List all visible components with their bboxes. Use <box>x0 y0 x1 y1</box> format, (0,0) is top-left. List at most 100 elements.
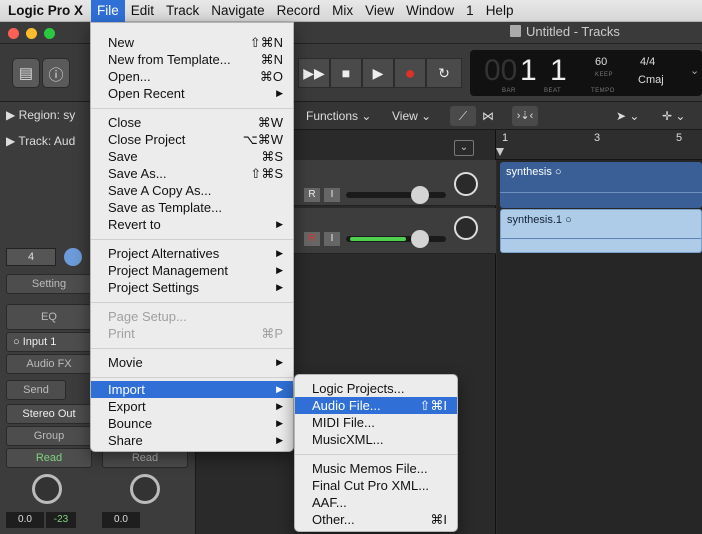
menu-item-page-setup: Page Setup... <box>108 309 187 324</box>
menu-item-movie[interactable]: Movie ▶ <box>91 354 293 371</box>
menu-item-logic-projects[interactable]: Logic Projects... <box>295 380 457 397</box>
eq-button[interactable]: EQ <box>6 304 92 330</box>
menu-item-music-memos-file[interactable]: Music Memos File... <box>295 460 457 477</box>
menu-help[interactable]: Help <box>480 3 520 18</box>
menu-item-open[interactable]: Open... ⌘O <box>91 68 293 85</box>
library-button[interactable]: ▤ <box>12 58 40 88</box>
pan-knob-track-2[interactable] <box>454 216 478 240</box>
menu-item-close-project[interactable]: Close Project ⌥⌘W <box>91 131 293 148</box>
lcd-chevron-icon[interactable]: ⌄ <box>690 64 699 77</box>
audio-region-2[interactable]: synthesis.1 ○ <box>500 209 702 253</box>
menu-separator <box>91 239 293 240</box>
flex-icon[interactable]: ⋈ <box>482 106 502 126</box>
region-inspector-header[interactable]: ▶ Region: sy <box>6 108 75 128</box>
menu-item-other[interactable]: Other... ⌘I <box>295 511 457 528</box>
automation-icon[interactable]: ⟋ <box>450 106 476 126</box>
volume-slider-thumb[interactable] <box>411 186 429 204</box>
menu-record[interactable]: Record <box>271 3 327 18</box>
fast-forward-icon: ▶▶ <box>303 65 325 81</box>
menu-item-midi-file[interactable]: MIDI File... <box>295 414 457 431</box>
collapse-icon[interactable]: ⌄ <box>454 140 474 156</box>
menu-item-final-cut-pro-xml[interactable]: Final Cut Pro XML... <box>295 477 457 494</box>
stop-icon: ■ <box>341 65 351 81</box>
menu-item-musicxml[interactable]: MusicXML... <box>295 431 457 448</box>
menu-item-new[interactable]: New ⇧⌘N <box>91 34 293 51</box>
audio-region-1[interactable]: synthesis ○ <box>500 162 702 208</box>
output-slot[interactable]: Stereo Out <box>6 404 92 424</box>
inspector-button[interactable]: ⓘ <box>42 58 70 88</box>
menu-item-bounce[interactable]: Bounce ▶ <box>91 415 293 432</box>
menu-1[interactable]: 1 <box>460 3 480 18</box>
input-monitor-button[interactable]: I <box>324 232 340 246</box>
input-knob[interactable] <box>64 248 82 266</box>
menu-view[interactable]: View <box>359 3 400 18</box>
ruler[interactable]: 1 3 5 <box>496 130 702 160</box>
menu-item-close[interactable]: Close ⌘W <box>91 114 293 131</box>
record-enable-button[interactable]: R <box>304 232 320 246</box>
record-button[interactable]: ● <box>394 58 426 88</box>
group-slot[interactable]: Group <box>6 426 92 446</box>
menu-item-new-from-template[interactable]: New from Template... ⌘N <box>91 51 293 68</box>
automation-read-button[interactable]: Read <box>6 448 92 468</box>
document-icon <box>510 25 521 37</box>
minimize-window-button[interactable] <box>26 28 37 39</box>
zoom-window-button[interactable] <box>44 28 55 39</box>
menu-item-save-a-copy-as[interactable]: Save A Copy As... <box>91 182 293 199</box>
pan-knob-2[interactable] <box>130 474 160 504</box>
menu-item-project-settings[interactable]: Project Settings ▶ <box>91 279 293 296</box>
audio-fx-slot[interactable]: Audio FX <box>6 354 92 374</box>
play-button[interactable]: ▶ <box>362 58 394 88</box>
lcd-display[interactable]: 00 1 1 BAR BEAT 60 KEEP TEMPO 4/4 Cmaj ⌄ <box>470 50 702 96</box>
menu-item-save[interactable]: Save ⌘S <box>91 148 293 165</box>
record-icon: ● <box>404 63 416 83</box>
setting-button[interactable]: Setting <box>6 274 92 294</box>
stop-button[interactable]: ■ <box>330 58 362 88</box>
menu-file[interactable]: File <box>91 0 125 22</box>
pan-knob-track-1[interactable] <box>454 172 478 196</box>
lcd-key: Cmaj <box>638 74 664 86</box>
channel-number-box[interactable]: 4 <box>6 248 56 266</box>
volume-value[interactable]: 0.0 <box>6 512 44 528</box>
app-menu[interactable]: Logic Pro X <box>0 3 91 18</box>
menu-navigate[interactable]: Navigate <box>205 3 270 18</box>
region-name: synthesis ○ <box>506 166 562 178</box>
menu-item-revert-to[interactable]: Revert to ▶ <box>91 216 293 233</box>
chevron-down-icon: ⌄ <box>421 109 432 123</box>
library-icon: ▤ <box>18 65 34 82</box>
pointer-tool-icon[interactable]: ➤ ⌄ <box>616 106 656 126</box>
snap-icon[interactable]: ›⇣‹ <box>512 106 538 126</box>
peak-value: -23 <box>46 512 76 528</box>
volume-slider-thumb[interactable] <box>411 230 429 248</box>
volume-slider[interactable] <box>346 192 446 198</box>
menu-item-audio-file[interactable]: Audio File... ⇧⌘I <box>295 397 457 414</box>
menu-item-import[interactable]: Import ▶ <box>91 381 293 398</box>
menu-track[interactable]: Track <box>160 3 205 18</box>
menu-mix[interactable]: Mix <box>326 3 359 18</box>
view-menu[interactable]: View ⌄ <box>392 109 431 123</box>
volume-value-2[interactable]: 0.0 <box>102 512 140 528</box>
input-slot[interactable]: ○ Input 1 <box>6 332 92 352</box>
menu-item-aaf[interactable]: AAF... <box>295 494 457 511</box>
menu-item-save-as[interactable]: Save As... ⇧⌘S <box>91 165 293 182</box>
send-slot[interactable]: Send <box>6 380 66 400</box>
cycle-button[interactable]: ↻ <box>426 58 462 88</box>
input-monitor-button[interactable]: I <box>324 188 340 202</box>
menu-item-open-recent[interactable]: Open Recent ▶ <box>91 85 293 102</box>
track-inspector-header[interactable]: ▶ Track: Aud <box>6 134 75 154</box>
menu-item-project-alternatives[interactable]: Project Alternatives ▶ <box>91 245 293 262</box>
menu-item-project-management[interactable]: Project Management ▶ <box>91 262 293 279</box>
crosshair-tool-icon[interactable]: ✛ ⌄ <box>662 106 698 126</box>
functions-menu[interactable]: Functions ⌄ <box>306 109 371 123</box>
input-circle-icon: ○ <box>13 336 23 348</box>
menu-item-export[interactable]: Export ▶ <box>91 398 293 415</box>
close-window-button[interactable] <box>8 28 19 39</box>
waveform-line <box>500 192 702 193</box>
record-enable-button[interactable]: R <box>304 188 320 202</box>
menu-item-save-as-template[interactable]: Save as Template... <box>91 199 293 216</box>
menu-item-share[interactable]: Share ▶ <box>91 432 293 449</box>
menu-window[interactable]: Window <box>400 3 460 18</box>
pan-knob[interactable] <box>32 474 62 504</box>
playhead-icon[interactable] <box>496 148 504 156</box>
forward-button[interactable]: ▶▶ <box>298 58 330 88</box>
menu-edit[interactable]: Edit <box>125 3 160 18</box>
